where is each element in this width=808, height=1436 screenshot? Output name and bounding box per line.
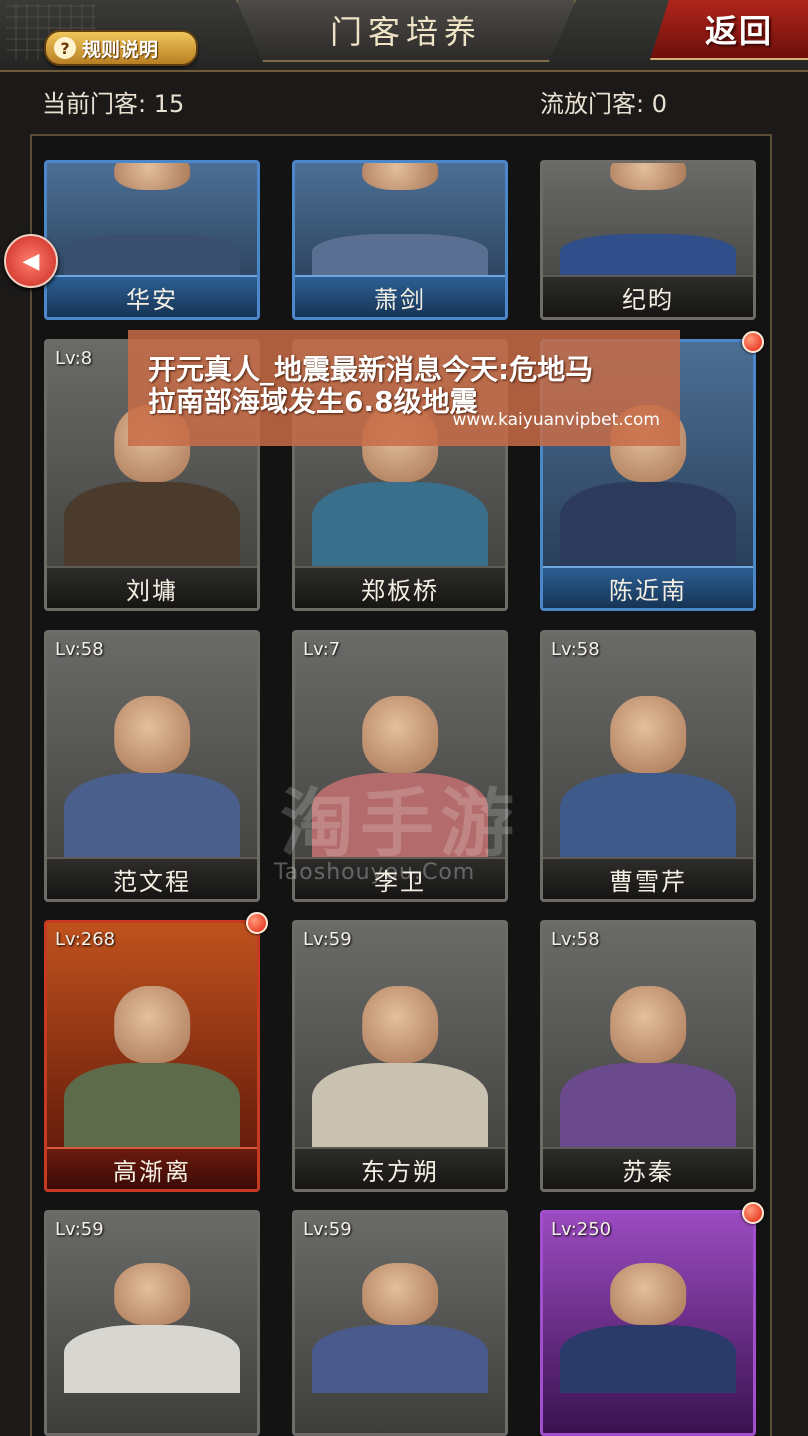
portrait-body (311, 233, 489, 277)
ad-headline-line2: 拉南部海域发生6.8级地震 (148, 385, 478, 418)
portrait-body (559, 233, 737, 277)
arrow-left-icon: ◀ (22, 248, 40, 274)
portrait-head (362, 986, 438, 1064)
ad-banner[interactable]: 开元真人_地震最新消息今天:危地马 拉南部海域发生6.8级地震 www.kaiy… (128, 330, 680, 446)
retainer-nameplate: 陈近南 (543, 566, 753, 608)
retainer-card[interactable]: Lv:58 苏秦 (540, 920, 756, 1192)
retainer-name: 东方朔 (361, 1157, 439, 1186)
portrait-body (63, 1324, 241, 1393)
rules-button-label: 规则说明 (82, 38, 159, 61)
portrait-head (610, 696, 686, 774)
portrait-body (63, 233, 241, 277)
portrait-body (63, 1063, 241, 1149)
title-plate: 门客培养 (236, 0, 576, 62)
retainer-name: 萧剑 (374, 285, 426, 314)
retainer-name: 刘墉 (126, 576, 178, 605)
page-title: 门客培养 (329, 13, 482, 51)
retainer-portrait (295, 163, 505, 277)
retainer-name: 纪昀 (622, 285, 674, 314)
retainer-portrait (543, 633, 753, 859)
exiled-retainer-count: 流放门客: 0 (540, 90, 667, 118)
question-icon: ? (54, 37, 76, 59)
retainer-nameplate: 刘墉 (47, 566, 257, 608)
retainer-portrait (47, 1213, 257, 1393)
portrait-body (559, 1063, 737, 1149)
portrait-body (559, 773, 737, 859)
portrait-body (63, 773, 241, 859)
retainer-card[interactable]: 纪昀 (540, 160, 756, 320)
retainer-portrait (543, 1213, 753, 1393)
portrait-head (610, 1263, 686, 1325)
retainer-name: 郑板桥 (361, 576, 439, 605)
retainer-portrait (47, 163, 257, 277)
retainer-level: Lv:7 (303, 639, 341, 660)
retainer-card[interactable]: Lv:58 范文程 (44, 630, 260, 902)
portrait-body (559, 1324, 737, 1393)
portrait-body (63, 482, 241, 568)
retainer-name: 华安 (126, 285, 178, 314)
retainer-card[interactable]: Lv:59 (292, 1210, 508, 1436)
retainer-nameplate: 曹雪芹 (543, 857, 753, 899)
retainer-name: 范文程 (113, 867, 191, 896)
retainer-portrait (47, 923, 257, 1149)
retainer-level: Lv:8 (55, 348, 93, 369)
retainer-nameplate: 华安 (47, 275, 257, 317)
collapse-arrow-button[interactable]: ◀ (4, 234, 58, 288)
retainer-nameplate: 纪昀 (543, 275, 753, 317)
retainer-card[interactable]: Lv:58 曹雪芹 (540, 630, 756, 902)
portrait-head (362, 696, 438, 774)
back-button-label: 返回 (704, 12, 773, 50)
portrait-head (114, 986, 190, 1064)
notification-dot (742, 331, 764, 353)
retainer-name: 曹雪芹 (609, 867, 687, 896)
portrait-head (362, 163, 438, 191)
retainer-nameplate: 范文程 (47, 857, 257, 899)
retainer-portrait (47, 633, 257, 859)
portrait-head (114, 163, 190, 191)
retainer-level: Lv:59 (55, 1219, 104, 1240)
retainer-portrait (295, 1213, 505, 1393)
retainer-card[interactable]: Lv:250 (540, 1210, 756, 1436)
retainer-name: 陈近南 (609, 576, 687, 605)
retainer-card[interactable]: Lv:268 高渐离 (44, 920, 260, 1192)
retainer-level: Lv:59 (303, 1219, 352, 1240)
portrait-body (559, 482, 737, 568)
retainer-portrait (295, 923, 505, 1149)
portrait-head (114, 696, 190, 774)
portrait-body (311, 1063, 489, 1149)
retainer-name: 高渐离 (113, 1157, 191, 1186)
retainer-level: Lv:58 (55, 639, 104, 660)
retainer-nameplate: 苏秦 (543, 1147, 753, 1189)
rules-button[interactable]: ? 规则说明 (44, 30, 198, 66)
portrait-body (311, 1324, 489, 1393)
retainer-nameplate: 萧剑 (295, 275, 505, 317)
retainer-level: Lv:58 (551, 929, 600, 950)
retainer-nameplate: 高渐离 (47, 1147, 257, 1189)
portrait-head (610, 163, 686, 191)
retainer-level: Lv:268 (55, 929, 116, 950)
retainer-portrait (543, 923, 753, 1149)
retainer-nameplate: 郑板桥 (295, 566, 505, 608)
watermark-url: Taoshouyou.Com (274, 860, 476, 885)
retainer-name: 苏秦 (622, 1157, 674, 1186)
retainer-card[interactable]: 萧剑 (292, 160, 508, 320)
portrait-head (610, 986, 686, 1064)
retainer-card[interactable]: Lv:59 东方朔 (292, 920, 508, 1192)
portrait-head (362, 1263, 438, 1325)
watermark-logo: 淘手游 (280, 781, 520, 867)
retainer-level: Lv:250 (551, 1219, 612, 1240)
retainer-level: Lv:58 (551, 639, 600, 660)
portrait-head (114, 1263, 190, 1325)
retainer-portrait (543, 163, 753, 277)
retainer-card[interactable]: 华安 (44, 160, 260, 320)
back-button[interactable]: 返回 (650, 0, 808, 60)
portrait-body (311, 482, 489, 568)
notification-dot (246, 912, 268, 934)
retainer-card[interactable]: Lv:59 (44, 1210, 260, 1436)
notification-dot (742, 1202, 764, 1224)
retainer-level: Lv:59 (303, 929, 352, 950)
ad-url: www.kaiyuanvipbet.com (452, 410, 660, 430)
current-retainer-count: 当前门客: 15 (42, 90, 185, 118)
retainer-nameplate: 东方朔 (295, 1147, 505, 1189)
